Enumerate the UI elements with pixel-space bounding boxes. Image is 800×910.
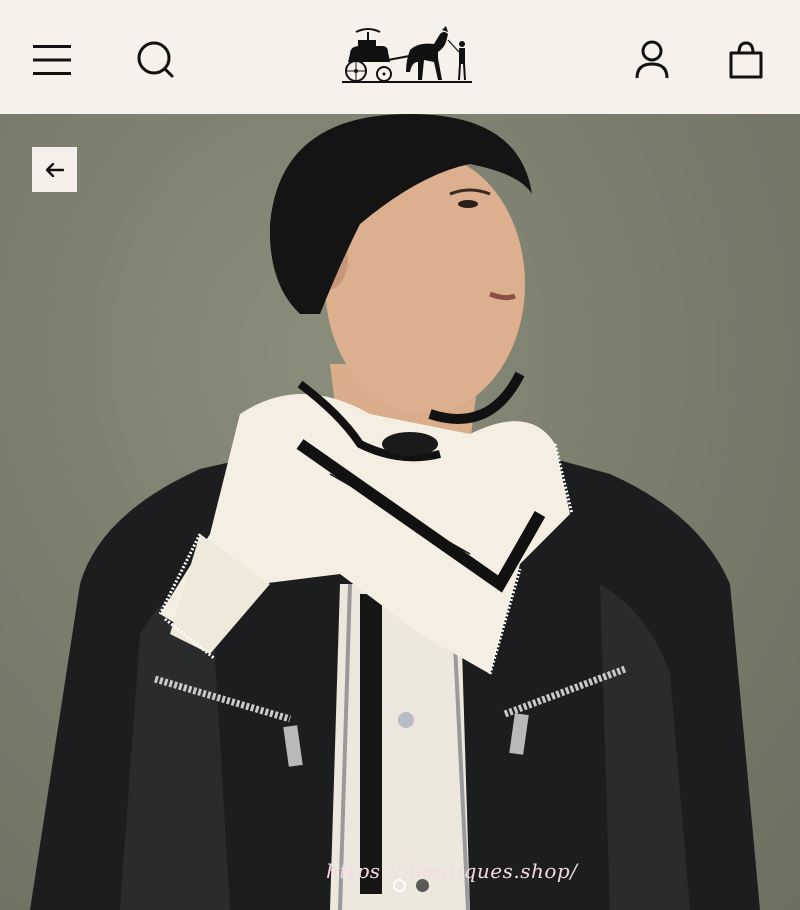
carousel-dot-2[interactable] <box>416 879 429 892</box>
watermark-text: https://jboutiques.shop/ <box>326 859 578 883</box>
scarf-product-photo <box>30 114 760 910</box>
menu-button[interactable] <box>23 30 83 90</box>
user-account-icon <box>635 40 669 79</box>
account-button[interactable] <box>622 30 682 90</box>
shopping-bag-icon <box>729 41 763 79</box>
search-button[interactable] <box>126 30 186 90</box>
arrow-left-icon <box>45 162 64 177</box>
cart-button[interactable] <box>716 30 776 90</box>
carousel-dot-1[interactable] <box>393 879 406 892</box>
carousel-indicator <box>393 879 429 892</box>
carriage-logo-icon[interactable] <box>338 24 478 86</box>
back-button[interactable] <box>32 147 77 192</box>
product-image-gallery[interactable]: https://jboutiques.shop/ <box>0 114 800 910</box>
hamburger-menu-icon <box>33 45 71 75</box>
site-header <box>0 0 800 114</box>
search-icon <box>137 41 174 78</box>
